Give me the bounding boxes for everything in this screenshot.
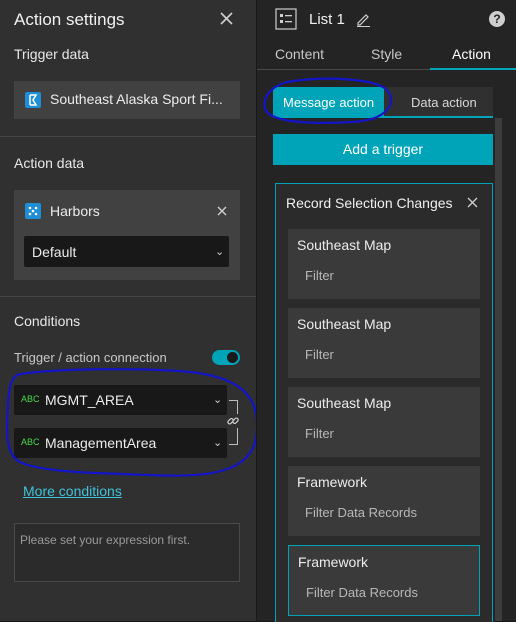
tab-style[interactable]: Style xyxy=(371,46,402,62)
action-card[interactable]: Southeast Map Filter xyxy=(288,229,480,299)
more-conditions-link[interactable]: More conditions xyxy=(23,483,122,499)
trigger-group-title: Record Selection Changes xyxy=(286,195,453,211)
action-card[interactable]: Southeast Map Filter xyxy=(288,308,480,378)
conditions-heading: Conditions xyxy=(14,313,81,329)
trigger-data-heading: Trigger data xyxy=(14,46,89,62)
action-card-target: Southeast Map xyxy=(297,316,392,332)
divider xyxy=(0,296,256,297)
remove-layer-close-icon[interactable] xyxy=(217,206,227,216)
tab-content[interactable]: Content xyxy=(275,46,324,62)
active-tab-indicator xyxy=(430,68,516,70)
tab-action[interactable]: Action xyxy=(452,46,491,62)
chevron-down-icon: ⌄ xyxy=(215,246,225,258)
action-card-action: Filter xyxy=(305,268,334,283)
trigger-data-source-label: Southeast Alaska Sport Fi... xyxy=(50,91,223,107)
add-trigger-button[interactable]: Add a trigger xyxy=(273,134,493,165)
action-data-box: Harbors Default ⌄ xyxy=(14,190,240,280)
action-card-action: Filter Data Records xyxy=(305,505,417,520)
action-card-target: Framework xyxy=(298,554,369,570)
expression-placeholder: Please set your expression first. xyxy=(20,533,191,547)
annotation-ellipse-conditions xyxy=(6,368,256,477)
sub-tab-data-action[interactable]: Data action xyxy=(411,95,477,110)
widget-title: List 1 xyxy=(309,11,345,28)
action-settings-panel: Action settings Trigger data Southeast A… xyxy=(0,0,256,621)
action-card-action: Filter Data Records xyxy=(306,585,418,600)
annotation-ellipse-message-action xyxy=(263,77,392,124)
close-icon[interactable] xyxy=(219,11,234,26)
action-card-action: Filter xyxy=(305,426,334,441)
view-select[interactable]: Default ⌄ xyxy=(24,236,229,267)
action-data-heading: Action data xyxy=(14,155,85,171)
action-card-action: Filter xyxy=(305,347,334,362)
edit-icon[interactable] xyxy=(355,11,371,27)
action-card-target: Southeast Map xyxy=(297,237,392,253)
points-icon xyxy=(25,203,41,219)
action-card[interactable]: Framework Filter Data Records xyxy=(288,466,480,536)
action-card-target: Southeast Map xyxy=(297,395,392,411)
action-card-target: Framework xyxy=(297,474,368,490)
help-icon[interactable]: ? xyxy=(489,11,505,27)
expression-box[interactable]: Please set your expression first. xyxy=(14,523,240,582)
divider xyxy=(0,136,256,137)
action-data-layer-label: Harbors xyxy=(50,203,100,219)
remove-trigger-close-icon[interactable] xyxy=(467,197,478,208)
list-widget-icon xyxy=(275,8,297,30)
panel-title: Action settings xyxy=(14,10,125,29)
trigger-data-source[interactable]: Southeast Alaska Sport Fi... xyxy=(14,81,240,119)
action-card-selected[interactable]: Framework Filter Data Records xyxy=(288,545,480,616)
view-select-value: Default xyxy=(32,244,77,260)
scrollbar[interactable] xyxy=(495,118,502,621)
add-trigger-label: Add a trigger xyxy=(342,141,424,157)
layer-icon xyxy=(25,92,41,108)
action-card[interactable]: Southeast Map Filter xyxy=(288,387,480,457)
